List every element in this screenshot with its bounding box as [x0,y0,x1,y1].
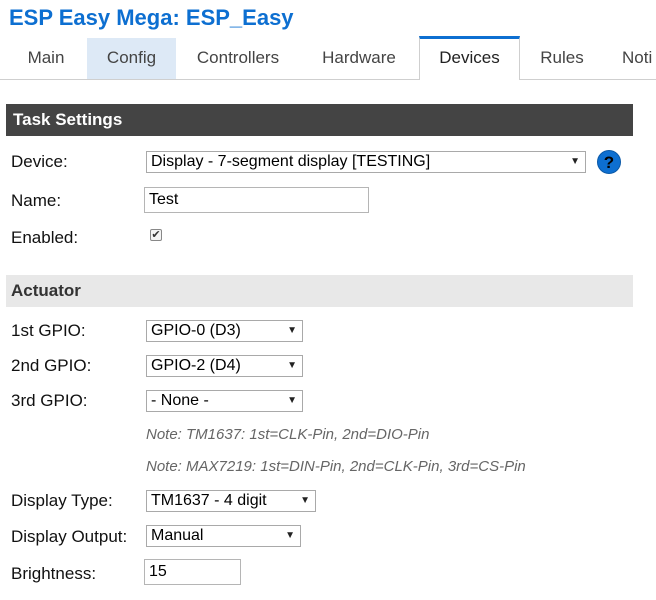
display-type-select-value: TM1637 - 4 digit [151,492,267,509]
display-output-select-value: Manual [151,527,204,544]
chevron-down-icon: ▼ [287,360,297,371]
task-settings-header: Task Settings [6,104,633,136]
gpio3-select-value: - None - [151,392,209,409]
display-type-label: Display Type: [11,491,113,510]
tab-config[interactable]: Config [87,38,176,79]
display-type-select[interactable]: TM1637 - 4 digit ▼ [146,490,316,512]
tab-main[interactable]: Main [5,38,87,79]
tab-notifications[interactable]: Noti [604,38,656,79]
enabled-label: Enabled: [11,228,79,247]
app-title: ESP Easy Mega: ESP_Easy [9,5,294,30]
gpio2-label: 2nd GPIO: [11,356,92,375]
help-icon[interactable]: ? [597,150,621,174]
display-output-select[interactable]: Manual ▼ [146,525,301,547]
actuator-header: Actuator [6,275,633,307]
device-select[interactable]: Display - 7-segment display [TESTING] ▼ [146,151,586,173]
tab-devices[interactable]: Devices [419,36,520,80]
device-select-value: Display - 7-segment display [TESTING] [151,153,431,170]
enabled-checkbox[interactable]: ✔ [150,229,162,241]
tab-rules[interactable]: Rules [520,38,604,79]
chevron-down-icon: ▼ [287,395,297,406]
gpio1-select-value: GPIO-0 (D3) [151,322,241,339]
name-label: Name: [11,191,62,210]
gpio1-select[interactable]: GPIO-0 (D3) ▼ [146,320,303,342]
nav-tabs: Main Config Controllers Hardware Devices… [0,36,656,80]
note-tm1637: Note: TM1637: 1st=CLK-Pin, 2nd=DIO-Pin [146,426,430,443]
gpio2-select-value: GPIO-2 (D4) [151,357,241,374]
tab-controllers[interactable]: Controllers [176,38,300,79]
tab-hardware[interactable]: Hardware [300,38,418,79]
chevron-down-icon: ▼ [287,325,297,336]
display-output-label: Display Output: [11,527,128,546]
gpio3-label: 3rd GPIO: [11,391,88,410]
gpio1-label: 1st GPIO: [11,321,86,340]
chevron-down-icon: ▼ [300,495,310,506]
brightness-input[interactable]: 15 [144,559,241,585]
gpio2-select[interactable]: GPIO-2 (D4) ▼ [146,355,303,377]
gpio3-select[interactable]: - None - ▼ [146,390,303,412]
brightness-label: Brightness: [11,564,97,583]
device-label: Device: [11,152,68,171]
note-max7219: Note: MAX7219: 1st=DIN-Pin, 2nd=CLK-Pin,… [146,458,526,475]
chevron-down-icon: ▼ [570,156,580,167]
name-input[interactable]: Test [144,187,369,213]
chevron-down-icon: ▼ [285,530,295,541]
